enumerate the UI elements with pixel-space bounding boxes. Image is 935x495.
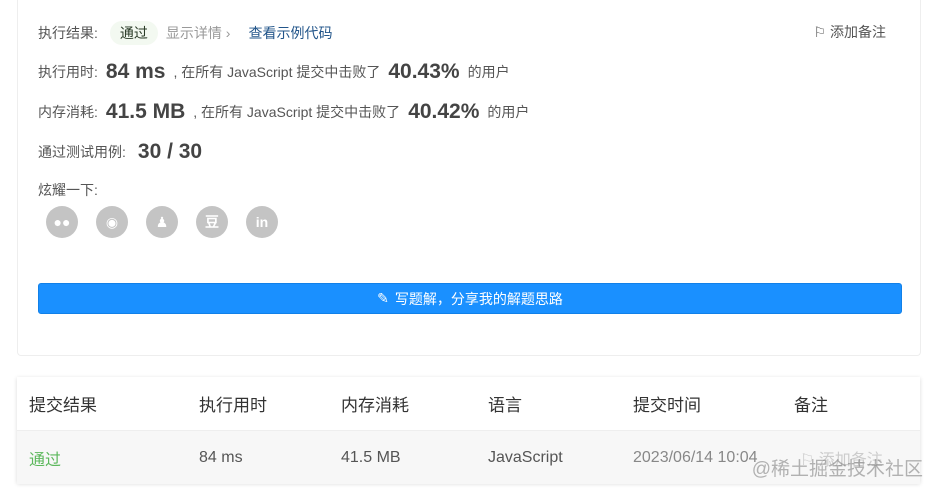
header-memory: 内存消耗: [341, 396, 409, 415]
result-row: 执行结果: 通过 显示详情 › 查看示例代码: [38, 21, 332, 45]
memory-text: , 在所有 JavaScript 提交中击败了: [193, 104, 401, 120]
row-language: JavaScript: [488, 448, 563, 466]
runtime-row: 执行用时: 84 ms , 在所有 JavaScript 提交中击败了 40.4…: [38, 60, 510, 84]
header-runtime: 执行用时: [199, 396, 267, 415]
table-header: 提交结果 执行用时 内存消耗 语言 提交时间 备注: [17, 377, 920, 430]
memory-percent: 40.42%: [408, 100, 480, 123]
qq-icon[interactable]: ♟: [146, 206, 178, 238]
row-status-link[interactable]: 通过: [29, 446, 61, 470]
header-note: 备注: [794, 396, 828, 415]
write-solution-button[interactable]: ✎ 写题解，分享我的解题思路: [38, 283, 902, 314]
linkedin-icon[interactable]: in: [246, 206, 278, 238]
tests-value: 30 / 30: [137, 140, 203, 163]
runtime-value: 84 ms: [105, 60, 166, 83]
tests-row: 通过测试用例: 30 / 30: [38, 140, 210, 164]
wechat-icon[interactable]: ●●: [46, 206, 78, 238]
memory-suffix: 的用户: [487, 104, 530, 120]
header-language: 语言: [488, 396, 522, 415]
runtime-text: , 在所有 JavaScript 提交中击败了: [173, 64, 381, 80]
add-note-label: 添加备注: [830, 24, 886, 40]
runtime-percent: 40.43%: [388, 60, 460, 83]
row-runtime: 84 ms: [199, 448, 243, 466]
weibo-icon[interactable]: ◉: [96, 206, 128, 238]
douban-icon[interactable]: 豆: [196, 206, 228, 238]
add-note-button[interactable]: ⚐ 添加备注: [814, 22, 886, 42]
row-time: 2023/06/14 10:04: [633, 448, 758, 466]
share-icons: ●● ◉ ♟ 豆 in: [46, 206, 278, 238]
memory-label: 内存消耗:: [38, 104, 98, 120]
status-badge: 通过: [109, 21, 158, 45]
header-status: 提交结果: [29, 396, 97, 415]
runtime-suffix: 的用户: [467, 64, 510, 80]
watermark: @稀土掘金技术社区: [751, 459, 923, 480]
result-card: 执行结果: 通过 显示详情 › 查看示例代码 ⚐ 添加备注 执行用时: 84 m…: [17, 0, 921, 356]
header-time: 提交时间: [633, 396, 701, 415]
example-code-link[interactable]: 查看示例代码: [248, 23, 332, 43]
memory-value: 41.5 MB: [105, 100, 186, 123]
write-solution-label: 写题解，分享我的解题思路: [394, 290, 563, 307]
runtime-label: 执行用时:: [38, 64, 98, 80]
result-label: 执行结果:: [38, 25, 98, 41]
row-memory: 41.5 MB: [341, 448, 401, 466]
memory-row: 内存消耗: 41.5 MB , 在所有 JavaScript 提交中击败了 40…: [38, 100, 529, 124]
flag-icon: ⚐: [813, 24, 827, 40]
show-details-link[interactable]: 显示详情 ›: [166, 23, 231, 43]
pencil-icon: ✎: [377, 290, 389, 306]
tests-label: 通过测试用例:: [38, 144, 126, 160]
share-label: 炫耀一下:: [38, 182, 98, 198]
